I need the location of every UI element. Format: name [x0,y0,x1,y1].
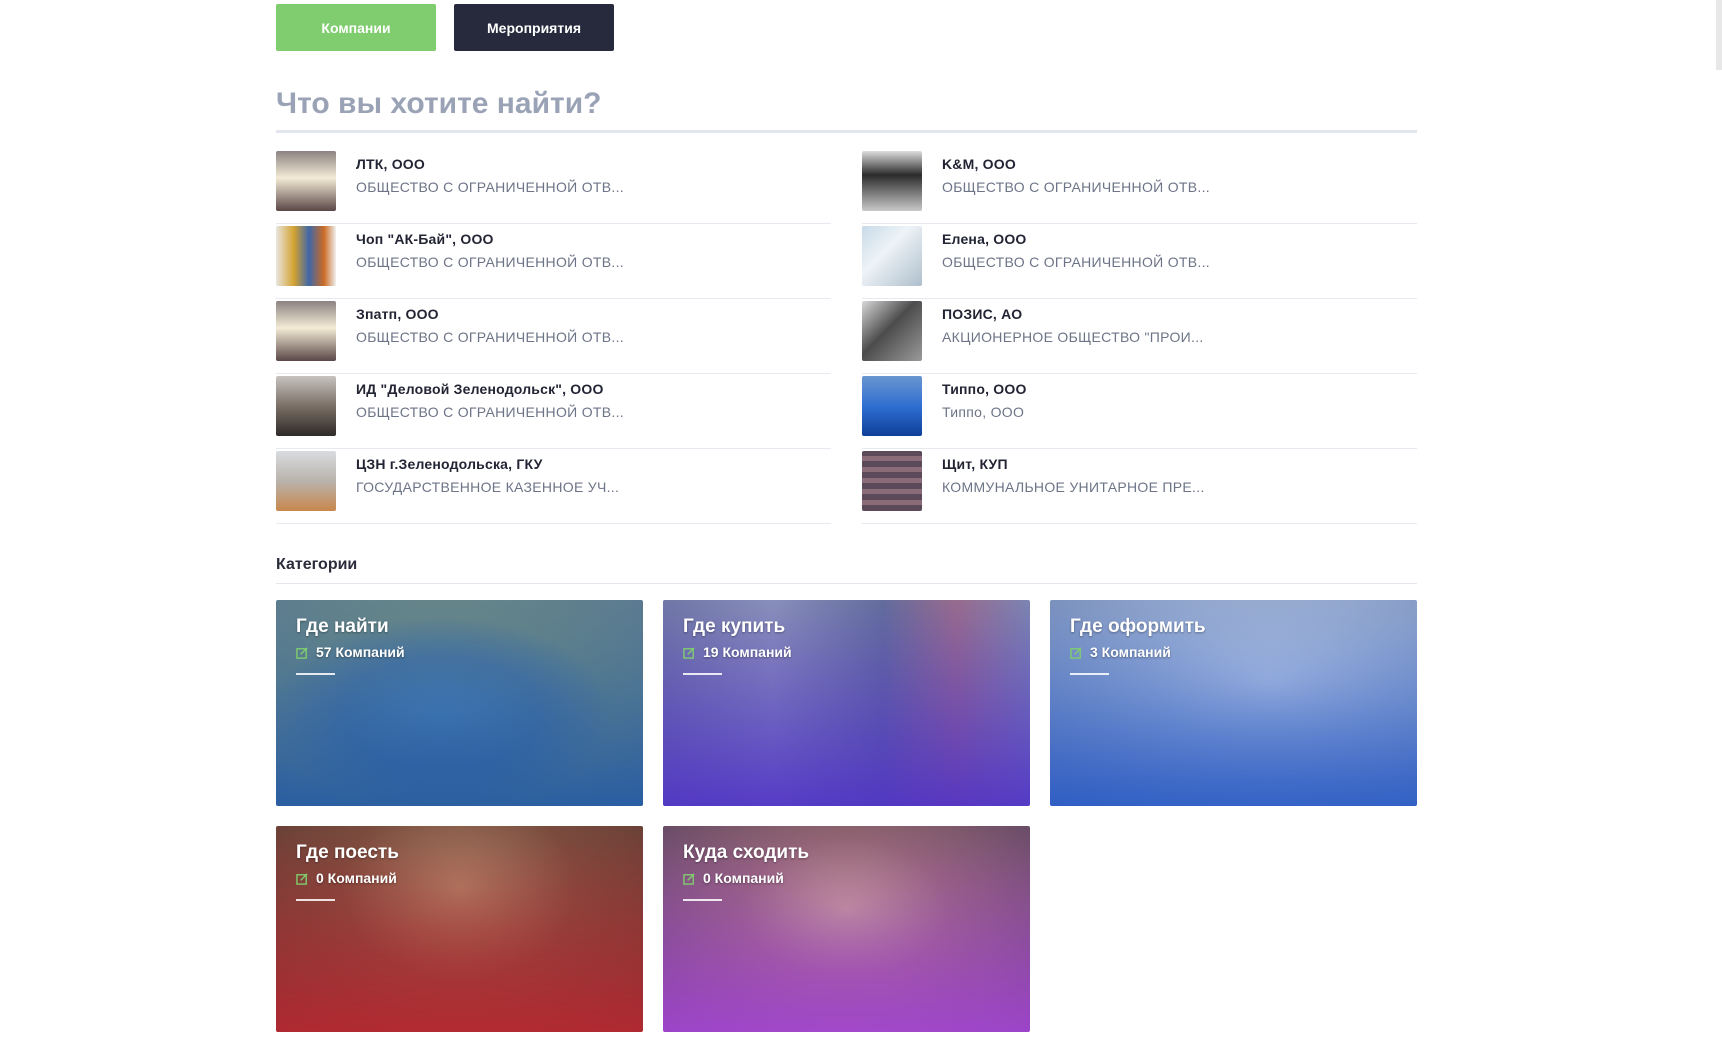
company-thumbnail [862,301,922,361]
company-name[interactable]: ЦЗН г.Зеленодольска, ГКУ [356,456,619,472]
company-description: ОБЩЕСТВО С ОГРАНИЧЕННОЙ ОТВ... [942,254,1210,270]
company-name[interactable]: K&M, ООО [942,156,1210,172]
category-card[interactable]: Где поесть 0 Компаний [276,826,643,1032]
category-count-text: 3 Компаний [1090,644,1171,660]
category-card[interactable]: Где купить 19 Компаний [663,600,1030,806]
category-count: 19 Компаний [683,644,792,660]
company-thumbnail [862,376,922,436]
category-count: 0 Компаний [683,870,784,886]
company-thumbnail [276,151,336,211]
company-item[interactable]: K&M, ООО ОБЩЕСТВО С ОГРАНИЧЕННОЙ ОТВ... [862,149,1417,224]
company-thumbnail [276,451,336,511]
company-item[interactable]: ЛТК, ООО ОБЩЕСТВО С ОГРАНИЧЕННОЙ ОТВ... [276,149,831,224]
company-name[interactable]: Чоп "АК-Бай", ООО [356,231,624,247]
company-item[interactable]: Елена, ООО ОБЩЕСТВО С ОГРАНИЧЕННОЙ ОТВ..… [862,224,1417,299]
category-count: 0 Компаний [296,870,397,886]
category-count-text: 0 Компаний [703,870,784,886]
company-description: ГОСУДАРСТВЕННОЕ КАЗЕННОЕ УЧ... [356,479,620,495]
company-name[interactable]: Елена, ООО [942,231,1210,247]
company-thumbnail [276,376,336,436]
company-description: ОБЩЕСТВО С ОГРАНИЧЕННОЙ ОТВ... [356,179,624,195]
search-tabs: Компании Мероприятия [276,4,614,51]
category-count-text: 0 Компаний [316,870,397,886]
category-card[interactable]: Где найти 57 Компаний [276,600,643,806]
company-thumbnail [276,226,336,286]
edit-icon [683,872,695,885]
company-name[interactable]: ЛТК, ООО [356,156,624,172]
company-name[interactable]: Щит, КУП [942,456,1205,472]
category-title[interactable]: Где оформить [1070,616,1206,638]
company-item[interactable]: ЦЗН г.Зеленодольска, ГКУ ГОСУДАРСТВЕННОЕ… [276,449,831,524]
company-description: Типпо, ООО [942,404,1025,420]
page-scrollbar[interactable] [1716,0,1722,70]
company-description: ОБЩЕСТВО С ОГРАНИЧЕННОЙ ОТВ... [942,179,1210,195]
company-name[interactable]: Типпо, ООО [942,381,1027,397]
company-item[interactable]: Щит, КУП КОММУНАЛЬНОЕ УНИТАРНОЕ ПРЕ... [862,449,1417,524]
categories-heading: Категории [276,556,358,573]
category-cards: Где найти 57 Компаний Где купить 19 Комп… [276,600,1417,1032]
category-title[interactable]: Где поесть [296,842,399,864]
edit-icon [296,872,308,885]
category-title[interactable]: Куда сходить [683,842,809,864]
card-divider [683,673,722,675]
card-divider [1070,673,1109,675]
category-card[interactable]: Где оформить 3 Компаний [1050,600,1417,806]
company-name[interactable]: Зпатп, ООО [356,306,624,322]
company-thumbnail [276,301,336,361]
company-list: ЛТК, ООО ОБЩЕСТВО С ОГРАНИЧЕННОЙ ОТВ... … [276,149,1417,524]
company-item[interactable]: ПОЗИС, АО АКЦИОНЕРНОЕ ОБЩЕСТВО "ПРОИ... [862,299,1417,374]
category-count-text: 19 Компаний [703,644,792,660]
card-divider [296,673,335,675]
company-description: КОММУНАЛЬНОЕ УНИТАРНОЕ ПРЕ... [942,479,1205,495]
card-divider [296,899,335,901]
company-name[interactable]: ИД "Деловой Зеленодольск", ООО [356,381,624,397]
tab-companies[interactable]: Компании [276,4,436,51]
tab-events[interactable]: Мероприятия [454,4,614,51]
company-item[interactable]: Типпо, ООО Типпо, ООО [862,374,1417,449]
company-item[interactable]: Зпатп, ООО ОБЩЕСТВО С ОГРАНИЧЕННОЙ ОТВ..… [276,299,831,374]
company-item[interactable]: ИД "Деловой Зеленодольск", ООО ОБЩЕСТВО … [276,374,831,449]
company-description: ОБЩЕСТВО С ОГРАНИЧЕННОЙ ОТВ... [356,254,624,270]
company-thumbnail [862,451,922,511]
company-name[interactable]: ПОЗИС, АО [942,306,1204,322]
edit-icon [683,646,695,659]
company-thumbnail [862,151,922,211]
company-description: ОБЩЕСТВО С ОГРАНИЧЕННОЙ ОТВ... [356,329,624,345]
category-title[interactable]: Где найти [296,616,389,638]
card-divider [683,899,722,901]
category-count: 57 Компаний [296,644,405,660]
category-count-text: 57 Компаний [316,644,405,660]
edit-icon [1070,646,1082,659]
company-thumbnail [862,226,922,286]
category-count: 3 Компаний [1070,644,1171,660]
company-description: ОБЩЕСТВО С ОГРАНИЧЕННОЙ ОТВ... [356,404,624,420]
edit-icon [296,646,308,659]
category-card[interactable]: Куда сходить 0 Компаний [663,826,1030,1032]
search-input[interactable] [276,78,1417,133]
company-item[interactable]: Чоп "АК-Бай", ООО ОБЩЕСТВО С ОГРАНИЧЕННО… [276,224,831,299]
company-description: АКЦИОНЕРНОЕ ОБЩЕСТВО "ПРОИ... [942,329,1204,345]
categories-divider [276,583,1417,584]
category-title[interactable]: Где купить [683,616,785,638]
